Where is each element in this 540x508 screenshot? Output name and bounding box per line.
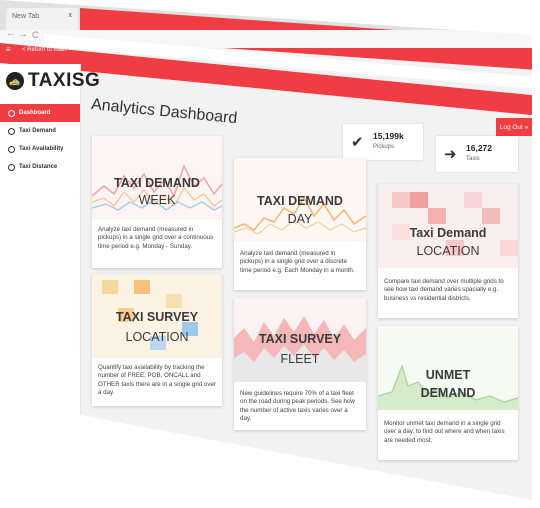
reload-icon[interactable]: C xyxy=(32,30,39,40)
tab-title: New Tab xyxy=(12,13,40,20)
check-circle-icon: ✔ xyxy=(351,134,364,151)
app-menu-icon[interactable]: ≡ xyxy=(6,45,11,54)
sidebar-item-taxi-availability[interactable]: Taxi Availability xyxy=(0,140,80,158)
sidebar-item-taxi-demand[interactable]: Taxi Demand xyxy=(0,122,80,140)
card-description: Analyze taxi demand (measured in pickups… xyxy=(98,226,214,250)
card-subtitle: DEMAND xyxy=(420,386,476,400)
sidebar-item-label: Taxi Distance xyxy=(19,164,58,170)
card-taxi-demand-location[interactable]: Taxi Demand LOCATION Compare taxi demand… xyxy=(378,184,518,318)
arrow-right-icon: ➜ xyxy=(444,146,457,163)
card-subtitle: DAY xyxy=(287,212,313,226)
card-subtitle: LOCATION xyxy=(125,330,189,344)
browser-tab[interactable]: New Tab x xyxy=(6,8,78,30)
card-title: Taxi Demand xyxy=(409,226,487,240)
card-subtitle: WEEK xyxy=(138,193,176,207)
sidebar-item-label: Taxi Demand xyxy=(19,128,56,134)
taxi-logo-icon: 🚕 xyxy=(6,72,24,90)
card-subtitle: LOCATION xyxy=(416,244,480,258)
taxis-value: 16,272 xyxy=(466,143,492,153)
page-title: Analytics Dashboard xyxy=(90,96,239,128)
card-unmet-demand[interactable]: UNMET DEMAND Monitor unmet taxi demand i… xyxy=(378,326,518,460)
card-description: Compare taxi demand over multiple grids … xyxy=(384,278,504,302)
taxis-label: Taxis xyxy=(466,156,480,162)
brand-name: TAXISG xyxy=(28,70,101,91)
card-title: TAXI SURVEY xyxy=(115,310,199,324)
dashboard-icon xyxy=(8,109,15,117)
card-taxi-survey-fleet[interactable]: TAXI SURVEY FLEET New guidelines require… xyxy=(234,298,366,430)
taxis-stat: ➜ 16,272 Taxis xyxy=(436,136,518,172)
sidebar-item-label: Taxi Availability xyxy=(19,146,64,152)
card-title: UNMET xyxy=(425,368,471,382)
availability-icon xyxy=(8,145,15,153)
pickups-value: 15,199k xyxy=(373,131,404,141)
sidebar-item-taxi-distance[interactable]: Taxi Distance xyxy=(0,158,80,176)
browser-stage: New Tab x ← → C ☆ ≡ < Return to main 🚕 T… xyxy=(0,0,540,508)
card-taxi-demand-day[interactable]: TAXI DEMAND DAY Analyze taxi demand (mea… xyxy=(234,158,366,290)
browser-window: New Tab x ← → C ☆ ≡ < Return to main 🚕 T… xyxy=(0,0,532,500)
forward-icon[interactable]: → xyxy=(18,29,28,40)
card-description: New guidelines require 70% of a taxi fle… xyxy=(240,390,355,423)
card-description: Analyze taxi demand (measured in pickups… xyxy=(240,250,355,274)
tab-close-icon[interactable]: x xyxy=(69,12,73,19)
card-taxi-demand-week[interactable]: TAXI DEMAND WEEK Analyze taxi demand (me… xyxy=(92,136,222,268)
logout-button[interactable]: Log Out » xyxy=(496,118,532,136)
sidebar-item-label: Dashboard xyxy=(19,110,51,116)
card-description: Monitor unmet taxi demand in a single gr… xyxy=(384,420,505,444)
card-title: TAXI DEMAND xyxy=(257,194,343,208)
distance-icon xyxy=(8,163,15,171)
sidebar-item-dashboard[interactable]: Dashboard xyxy=(0,104,80,122)
card-title: TAXI SURVEY xyxy=(258,332,342,346)
card-taxi-survey-location[interactable]: TAXI SURVEY LOCATION Quantify taxi avail… xyxy=(92,274,222,406)
pickups-stat: ✔ 15,199k Pickups xyxy=(343,124,423,160)
card-title: TAXI DEMAND xyxy=(114,176,200,190)
brand-logo[interactable]: 🚕 TAXISG xyxy=(6,70,100,92)
back-icon[interactable]: ← xyxy=(6,28,16,39)
card-description: Quantify taxi availability by tracking t… xyxy=(98,364,216,397)
return-to-main-link[interactable]: < Return to main xyxy=(22,47,67,53)
pickups-label: Pickups xyxy=(373,144,395,150)
card-subtitle: FLEET xyxy=(280,352,320,366)
demand-icon xyxy=(8,127,15,135)
